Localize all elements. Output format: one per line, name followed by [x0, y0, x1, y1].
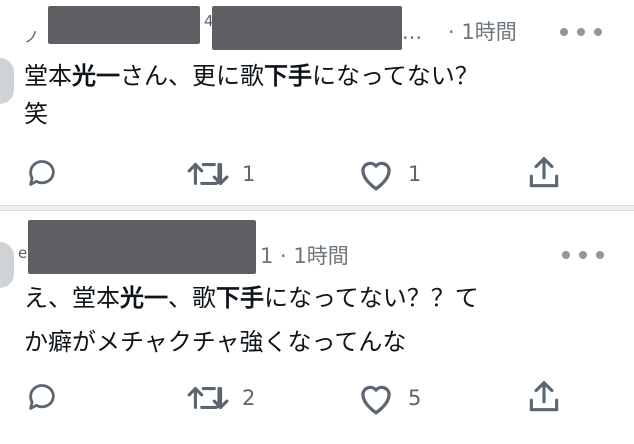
tweet-text-segment: になってない？: [312, 62, 479, 90]
tweet-text-highlight: 下手: [264, 62, 312, 90]
tweet-text-highlight: 光一: [120, 284, 168, 312]
avatar[interactable]: [0, 242, 14, 288]
tweet-text: 堂本光一さん、更に歌下手になってない？: [24, 60, 479, 92]
like-button[interactable]: 5: [356, 380, 421, 416]
more-icon[interactable]: [562, 250, 604, 260]
reply-button[interactable]: [24, 156, 60, 190]
like-count: 5: [408, 386, 422, 410]
tweet-text-segment: え、堂本: [24, 284, 120, 312]
tweet-text-highlight: 光一: [72, 62, 120, 90]
redacted-author-name: [48, 6, 200, 44]
timestamp[interactable]: · 1時間: [448, 16, 517, 46]
divider: [0, 205, 634, 211]
retweet-button[interactable]: 2: [186, 382, 255, 414]
tweet[interactable]: e 1 · 1時間 え、堂本光一、歌下手になってない？？て か癖がメチャクチャ強…: [0, 212, 634, 444]
share-icon: [529, 381, 559, 412]
tweet-text-segment: 堂本: [24, 62, 72, 90]
share-icon: [529, 157, 559, 188]
tweet-text-segment: 、歌: [168, 284, 216, 312]
reply-icon: [29, 384, 55, 410]
retweet-button[interactable]: 1: [186, 158, 255, 190]
tweet-text-highlight: 下手: [216, 284, 264, 312]
more-icon[interactable]: [560, 27, 602, 37]
retweet-count: 1: [242, 162, 256, 186]
reply-icon: [29, 160, 55, 186]
tweet-text: か癖がメチャクチャ強くなってんな: [24, 328, 407, 356]
avatar[interactable]: [0, 58, 14, 104]
tweet-text: え、堂本光一、歌下手になってない？？て: [24, 282, 479, 314]
like-icon: [361, 385, 391, 415]
redacted-author-name: [212, 6, 402, 50]
like-button[interactable]: 1: [356, 156, 421, 192]
tweet-text: 笑: [24, 100, 48, 128]
retweet-count: 2: [242, 386, 256, 410]
retweet-icon: [187, 387, 229, 409]
ellipsis: ...: [402, 20, 423, 44]
like-count: 1: [408, 162, 422, 186]
like-icon: [361, 161, 391, 191]
author-handle[interactable]: ノ: [24, 26, 39, 47]
share-button[interactable]: [524, 154, 564, 192]
tweet-text-segment: になってない？？て: [264, 284, 479, 312]
timestamp[interactable]: 1 · 1時間: [260, 240, 349, 270]
retweet-icon: [187, 162, 229, 185]
reply-button[interactable]: [24, 380, 60, 414]
tweet-text-segment: さん、更に歌: [120, 62, 264, 90]
author-handle[interactable]: e: [18, 244, 27, 262]
redacted-author-name: [28, 220, 256, 274]
tweet[interactable]: ノ 4 ... · 1時間 堂本光一さん、更に歌下手になってない？ 笑 1 1: [0, 0, 634, 205]
share-button[interactable]: [524, 378, 564, 416]
